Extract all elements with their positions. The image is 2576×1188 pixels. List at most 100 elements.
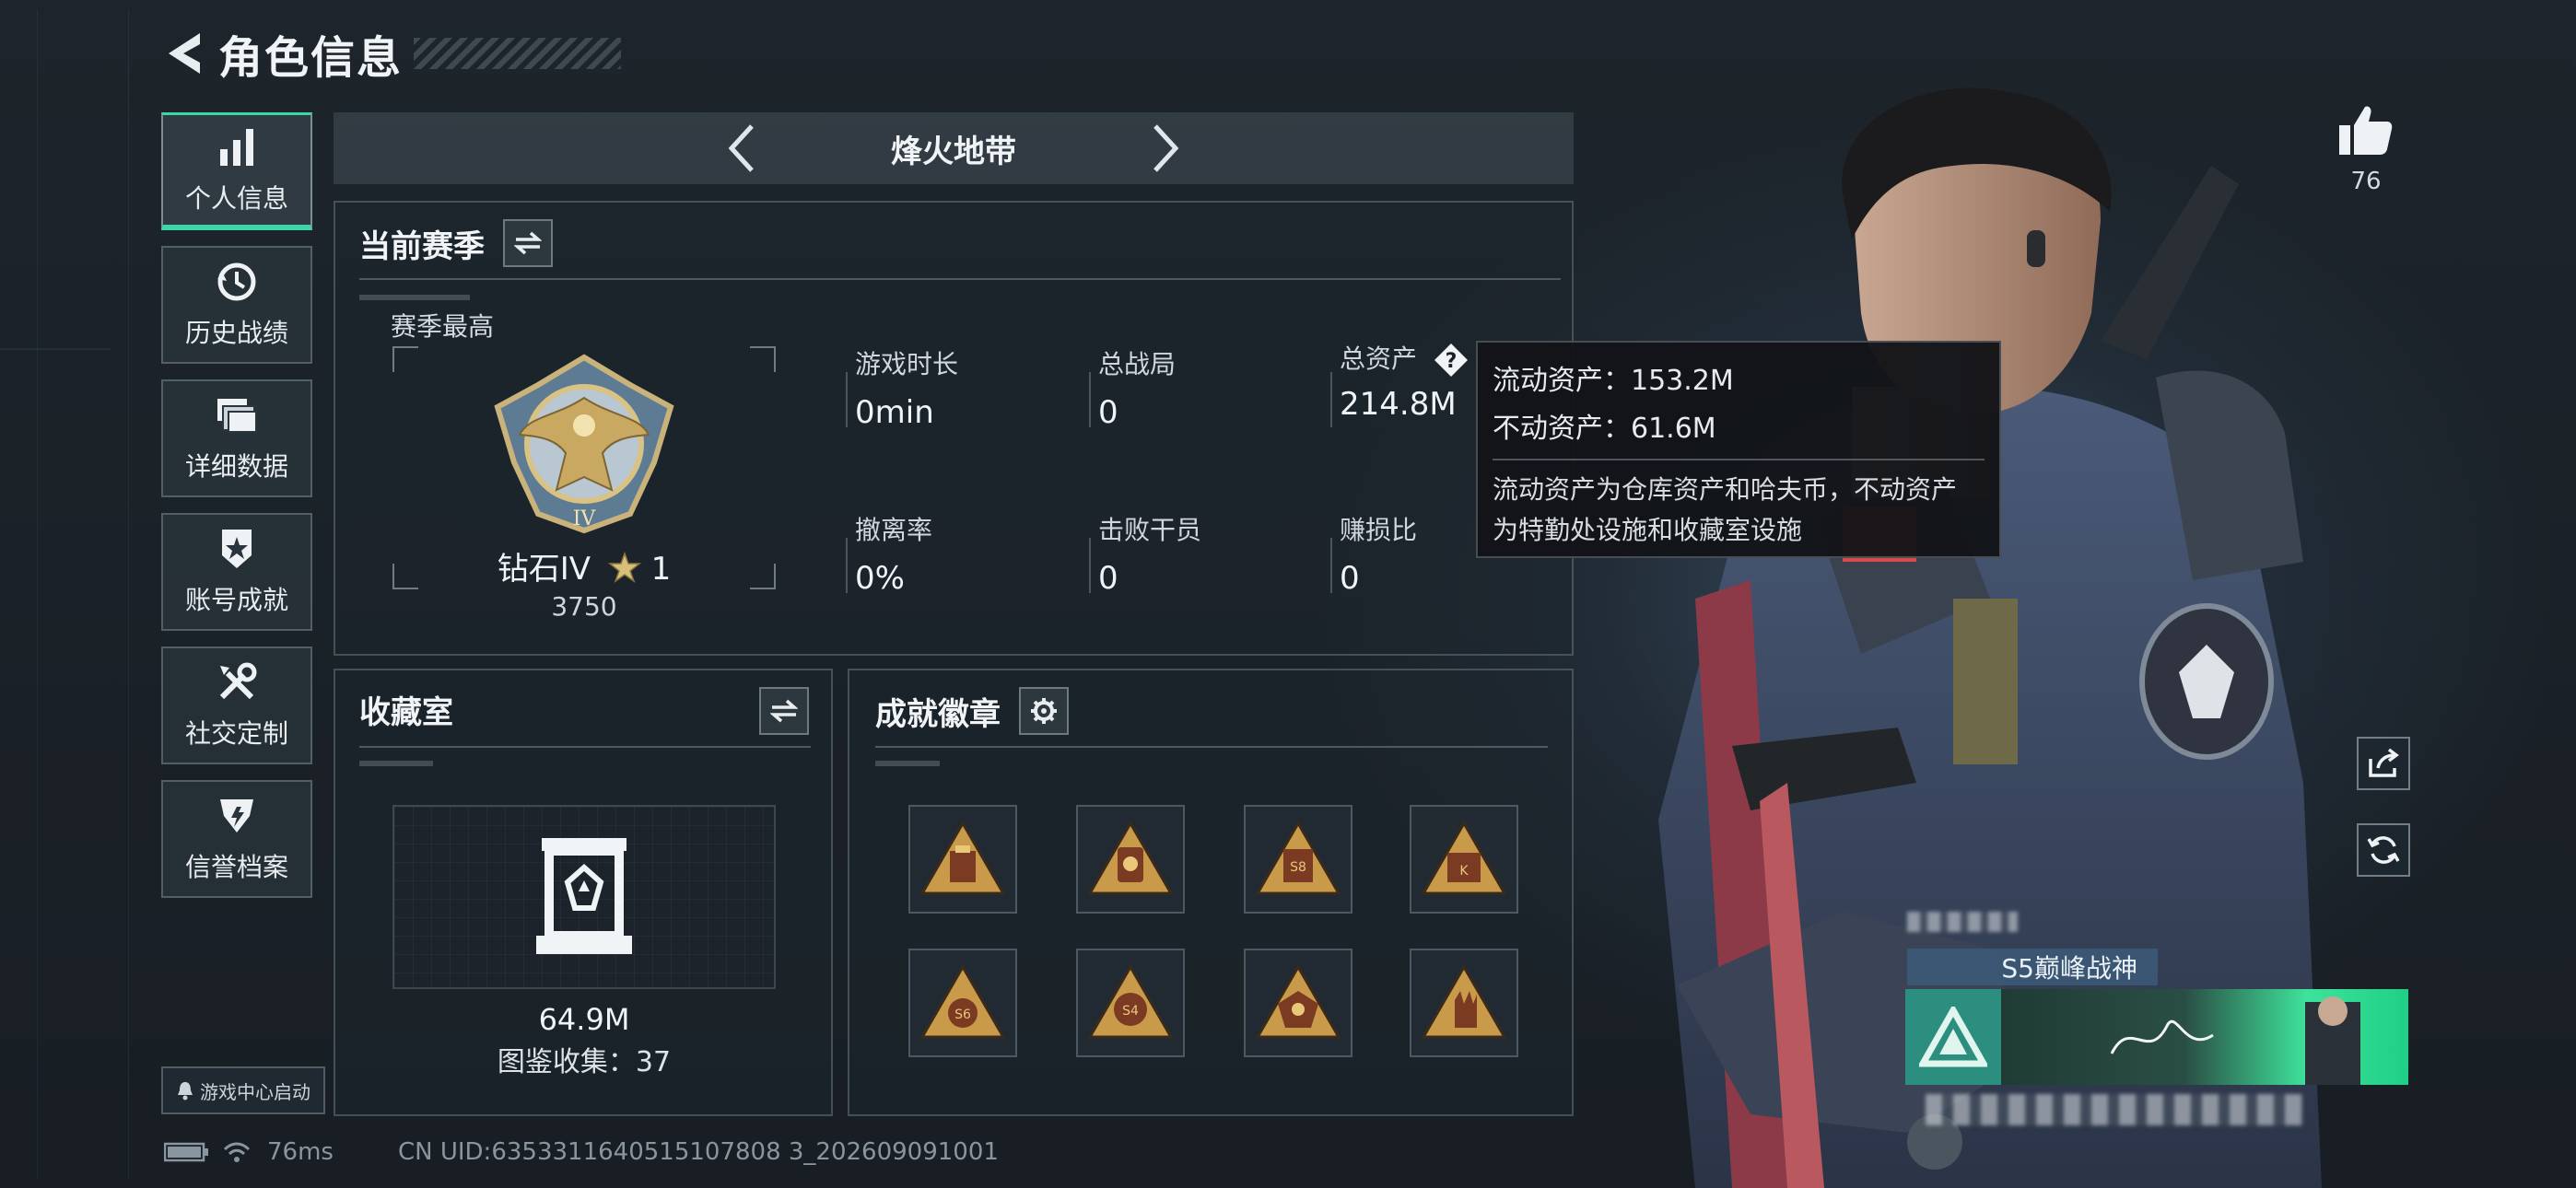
- game-center-label: 游戏中心启动: [200, 1080, 310, 1103]
- sidebar-item-details[interactable]: 详细数据: [161, 379, 312, 497]
- like-button[interactable]: 76: [2327, 103, 2405, 195]
- prev-mode-button[interactable]: [714, 116, 769, 181]
- divider: [1493, 459, 1985, 460]
- badge-triangle-icon: K: [1421, 821, 1507, 895]
- achievement-badge[interactable]: S4: [1076, 949, 1185, 1057]
- bell-icon: [178, 1082, 193, 1101]
- stat-operators-defeated: 击败干员 0: [1098, 510, 1201, 597]
- network-ping: 76ms: [267, 1138, 334, 1166]
- stat-label: 赚损比: [1340, 515, 1418, 545]
- achievement-badge[interactable]: [908, 805, 1017, 914]
- collection-switch-button[interactable]: [759, 687, 809, 735]
- assets-description-line: 为特勤处设施和收藏室设施: [1493, 515, 1803, 545]
- achievement-badge[interactable]: K: [1410, 805, 1518, 914]
- background-grid-deco: [0, 348, 111, 350]
- stat-profit-ratio: 赚损比 0: [1340, 510, 1417, 597]
- divider: [359, 746, 811, 748]
- user-uid: CN UID:6353311640515107808 3_20260909100…: [397, 1138, 999, 1166]
- collection-vault-preview[interactable]: [392, 805, 776, 989]
- fixed-assets: 不动资产：61.6M: [1493, 413, 1716, 445]
- svg-text:IV: IV: [573, 507, 597, 530]
- season-panel-title: 当前赛季: [359, 227, 485, 265]
- refresh-icon: [2367, 836, 2400, 864]
- stat-value: 0: [1098, 394, 1118, 431]
- page-title: 角色信息: [218, 32, 404, 84]
- achievement-badge[interactable]: S8: [1244, 805, 1352, 914]
- triangle-logo-icon: [1905, 989, 2001, 1085]
- share-button[interactable]: [2357, 737, 2410, 790]
- shield-emblem-icon: [215, 794, 259, 838]
- mode-title: 烽火地带: [891, 133, 1016, 170]
- frame-corner: [750, 346, 776, 372]
- sidebar-item-reputation[interactable]: 信誉档案: [161, 780, 312, 898]
- sidebar-item-history[interactable]: 历史战绩: [161, 246, 312, 364]
- sidebar-item-label: 账号成就: [184, 585, 288, 615]
- tools-icon: [215, 660, 259, 705]
- gear-icon: [1031, 698, 1057, 724]
- collection-count: 图鉴收集：37: [497, 1046, 672, 1078]
- svg-text:S6: S6: [954, 1007, 971, 1022]
- star-icon: [607, 551, 641, 583]
- blurred-player-id: [1926, 1094, 2303, 1125]
- stat-value: 214.8M: [1340, 386, 1457, 423]
- season-panel-header: 当前赛季: [359, 219, 553, 267]
- stat-value: 0min: [855, 394, 934, 431]
- sidebar-item-achievements[interactable]: 账号成就: [161, 513, 312, 631]
- divider: [875, 746, 1548, 748]
- stat-value: 0: [1340, 560, 1360, 597]
- blurred-username: [1907, 912, 2018, 932]
- name-card[interactable]: [1905, 989, 2408, 1085]
- liquid-assets: 流动资产：153.2M: [1493, 365, 1734, 397]
- achievement-star-icon: [215, 527, 259, 571]
- stat-label: 击败干员: [1098, 515, 1202, 545]
- achievement-badge[interactable]: S6: [908, 949, 1017, 1057]
- sidebar-item-label: 个人信息: [184, 182, 288, 214]
- vault-display-case-icon: [536, 838, 632, 954]
- next-mode-button[interactable]: [1138, 116, 1193, 181]
- stat-label: 总战局: [1098, 349, 1177, 379]
- sidebar-item-social[interactable]: 社交定制: [161, 646, 312, 764]
- sidebar-item-label: 信誉档案: [184, 852, 288, 882]
- badges-settings-button[interactable]: [1019, 687, 1069, 735]
- back-arrow-icon[interactable]: [161, 26, 207, 81]
- frame-corner: [392, 346, 418, 372]
- decorative-text: [359, 761, 433, 766]
- assets-tooltip: 流动资产：153.2M 不动资产：61.6M 流动资产为仓库资产和哈夫币，不动资…: [1476, 341, 2001, 558]
- share-icon: [2369, 748, 2399, 777]
- status-bar: 76ms CN UID:6353311640515107808 3_202609…: [164, 1138, 999, 1166]
- rank-name-text: 钻石IV: [497, 551, 591, 588]
- svg-text:?: ?: [1446, 350, 1458, 373]
- like-count: 76: [2350, 168, 2382, 195]
- header: 角色信息: [161, 26, 622, 84]
- stat-total-assets: 总资产 ? 214.8M: [1340, 339, 1469, 423]
- achievement-badge[interactable]: [1410, 949, 1518, 1057]
- collection-panel-title: 收藏室: [359, 694, 453, 731]
- achievement-badge[interactable]: [1244, 949, 1352, 1057]
- badge-triangle-icon: S8: [1255, 821, 1341, 895]
- name-card-title: S5巅峰战神: [1907, 949, 2158, 985]
- stat-divider: [1089, 538, 1091, 593]
- collection-value: 64.9M: [538, 1002, 630, 1037]
- stat-label: 总资产 ?: [1340, 339, 1469, 379]
- sidebar-item-profile[interactable]: 个人信息: [161, 112, 312, 230]
- history-clock-icon: [215, 260, 259, 304]
- stat-label-text: 总资产: [1340, 344, 1418, 374]
- game-center-launch-button[interactable]: 游戏中心启动: [161, 1066, 325, 1114]
- badge-triangle-icon: [1421, 964, 1507, 1039]
- sidebar-item-label: 详细数据: [184, 451, 288, 482]
- collection-panel-header: 收藏室: [359, 687, 453, 732]
- achievement-badge[interactable]: [1076, 805, 1185, 914]
- sidebar-item-label: 社交定制: [184, 718, 288, 749]
- rank-name: 钻石IV 1: [392, 543, 776, 588]
- battery-icon: [164, 1142, 208, 1162]
- name-card-title-text: S5巅峰战神: [2001, 953, 2137, 984]
- stat-divider: [846, 372, 848, 427]
- stat-value: 0%: [855, 560, 905, 597]
- svg-text:K: K: [1459, 864, 1469, 879]
- name-card-art: [2001, 989, 2408, 1085]
- decorative-text: [875, 761, 940, 766]
- question-mark-icon[interactable]: ?: [1433, 342, 1469, 379]
- season-switch-button[interactable]: [503, 219, 553, 267]
- diamond-rank-emblem-icon: IV: [494, 354, 674, 534]
- refresh-button[interactable]: [2357, 823, 2410, 877]
